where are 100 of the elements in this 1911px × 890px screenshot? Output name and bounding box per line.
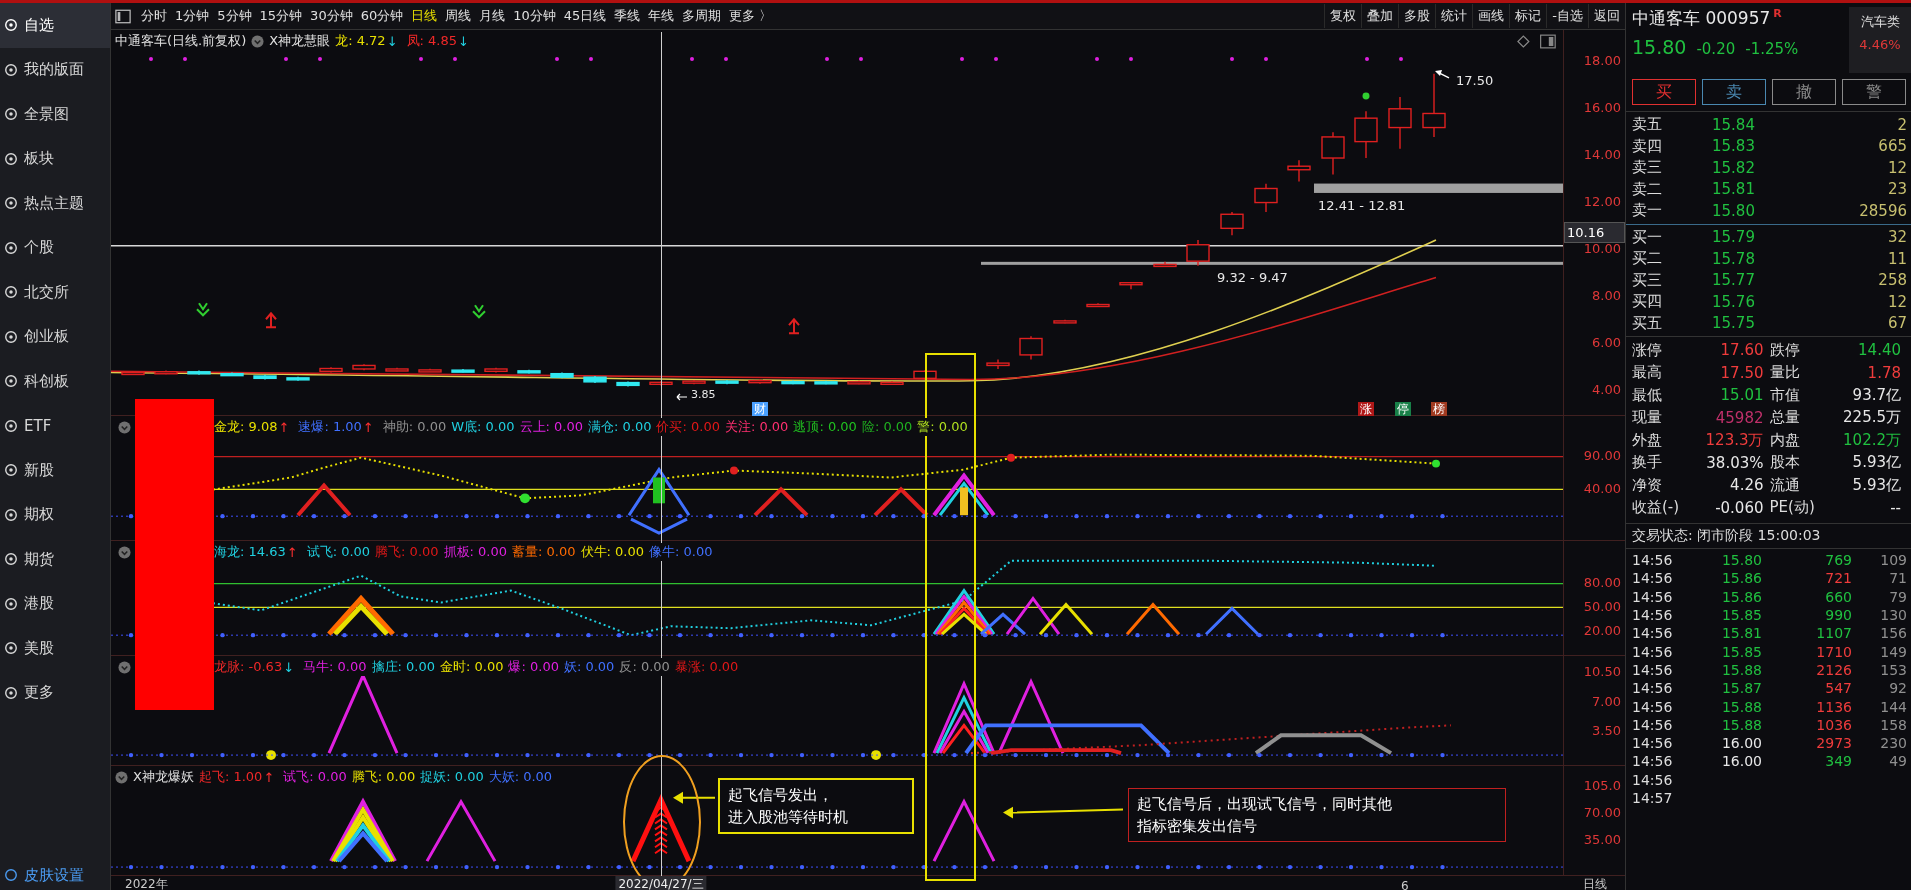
baseline-dot: [403, 864, 408, 870]
annotation-text: 进入股池等待时机: [728, 807, 849, 828]
baseline-dot: [982, 633, 988, 638]
baseline-dot: [1348, 633, 1354, 638]
trade-button[interactable]: 撤: [1772, 79, 1836, 105]
sidebar-item[interactable]: 自选: [0, 3, 110, 48]
signal-dot: [871, 750, 881, 761]
sidebar-item[interactable]: 期权: [0, 492, 110, 537]
baseline-dot: [891, 514, 896, 519]
sidebar-item[interactable]: 科创板: [0, 359, 110, 404]
baseline-dot: [464, 514, 469, 519]
candlestick: [1220, 211, 1244, 237]
period-tab[interactable]: 10分钟: [509, 4, 560, 28]
collapse-icon[interactable]: [118, 545, 131, 559]
baseline-dot: [1135, 864, 1140, 870]
baseline-dot: [952, 633, 957, 638]
period-tab[interactable]: 年线: [644, 4, 679, 28]
baseline-dot: [738, 633, 744, 638]
period-tab[interactable]: 周线: [441, 4, 476, 28]
period-tab[interactable]: 60分钟: [356, 4, 408, 28]
sidebar-item[interactable]: 更多: [0, 670, 110, 715]
signal-chevron: [932, 472, 996, 517]
trade-volume: 660: [1824, 588, 1852, 605]
toolbar-button[interactable]: 返回: [1588, 4, 1625, 28]
axis-label: 105.0: [1583, 778, 1621, 793]
toolbar-button[interactable]: 统计: [1435, 4, 1473, 28]
period-tab[interactable]: 30分钟: [306, 4, 357, 28]
trade-time: 14:56: [1632, 716, 1674, 733]
indicator-value: 捉妖: 0.00: [420, 768, 484, 786]
collapse-icon[interactable]: [251, 34, 265, 48]
sector-card[interactable]: 汽车类 4.46%: [1849, 7, 1911, 73]
period-tab[interactable]: 15分钟: [255, 4, 307, 28]
sidebar-item[interactable]: 港股: [0, 581, 110, 626]
baseline-dot: [311, 864, 317, 870]
signal-dot: [266, 750, 276, 761]
sidebar-item[interactable]: 新股: [0, 448, 110, 493]
indicator-value: 龙脉: -0.63: [214, 658, 283, 676]
sidebar-item[interactable]: ETF: [0, 403, 110, 448]
toolbar-button[interactable]: 画线: [1472, 4, 1510, 28]
sidebar-item[interactable]: 热点主题: [0, 181, 110, 226]
sidebar-item[interactable]: 板块: [0, 136, 110, 181]
indicator-value: 价买: 0.00: [656, 418, 720, 436]
period-tab[interactable]: 45日线: [559, 4, 611, 28]
period-tab[interactable]: 季线: [610, 4, 645, 28]
trade-button[interactable]: 警: [1842, 79, 1906, 105]
baseline-dot: [738, 752, 744, 758]
period-tab[interactable]: 日线: [407, 4, 442, 28]
period-tab[interactable]: 1分钟: [171, 4, 214, 28]
panel-toggle-icon[interactable]: [115, 8, 131, 24]
skin-settings-link[interactable]: 皮肤设置: [0, 857, 110, 890]
baseline-dot: [891, 633, 896, 638]
collapse-icon[interactable]: [115, 770, 128, 784]
baseline-dot: [769, 864, 774, 870]
sidebar-item[interactable]: 创业板: [0, 314, 110, 359]
trade-button[interactable]: 买: [1632, 79, 1696, 105]
baseline-dot: [1440, 514, 1445, 519]
toolbar-button[interactable]: 叠加: [1361, 4, 1399, 28]
trade-volume: 547: [1824, 680, 1852, 697]
period-tab[interactable]: 月线: [475, 4, 510, 28]
candlestick: [319, 366, 343, 374]
baseline-dot: [1074, 864, 1079, 870]
baseline-dot: [738, 864, 744, 870]
sidebar-item[interactable]: 我的版面: [0, 47, 110, 92]
stat-value: --: [1890, 498, 1901, 517]
candlestick: [1287, 159, 1311, 183]
toolbar-button[interactable]: -自选: [1546, 4, 1588, 28]
period-tab[interactable]: 分时: [137, 4, 171, 28]
baseline-dot: [464, 752, 469, 758]
period-tab[interactable]: 5分钟: [213, 4, 256, 28]
menu-icon: [4, 418, 18, 433]
baseline-dot: [1348, 864, 1354, 870]
stat-value: 93.7亿: [1852, 385, 1901, 405]
order-level: 卖一: [1632, 201, 1663, 221]
period-tab[interactable]: 更多 〉: [725, 4, 777, 28]
trade-volume: 2973: [1815, 735, 1852, 752]
baseline-dot: [1287, 633, 1293, 638]
collapse-icon[interactable]: [118, 660, 131, 674]
toolbar-button[interactable]: 标记: [1509, 4, 1547, 28]
collapse-icon[interactable]: [118, 420, 131, 434]
sidebar-item[interactable]: 期货: [0, 537, 110, 582]
trade-volume: 721: [1824, 570, 1852, 587]
sector-name: 汽车类: [1860, 13, 1900, 31]
sidebar-item[interactable]: 个股: [0, 225, 110, 270]
baseline-dot: [128, 514, 134, 519]
baseline-dot: [677, 752, 683, 758]
period-tab[interactable]: 多周期: [678, 4, 726, 28]
baseline-dot: [342, 633, 347, 638]
toolbar-button[interactable]: 复权: [1324, 4, 1362, 28]
candlestick: [880, 380, 904, 385]
sidebar-item[interactable]: 全景图: [0, 92, 110, 137]
baseline-dot: [1348, 752, 1354, 758]
indicator-value: 像牛: 0.00: [649, 543, 713, 561]
sidebar-item[interactable]: 北交所: [0, 270, 110, 315]
trade-button[interactable]: 卖: [1702, 79, 1766, 105]
indicator-value: 起飞: 1.00: [198, 768, 263, 786]
trade-time: 14:56: [1632, 661, 1674, 678]
trade-count: 71: [1888, 570, 1907, 587]
chart-tools-icon[interactable]: [1517, 34, 1557, 49]
toolbar-button[interactable]: 多股: [1398, 4, 1436, 28]
sidebar-item[interactable]: 美股: [0, 626, 110, 671]
